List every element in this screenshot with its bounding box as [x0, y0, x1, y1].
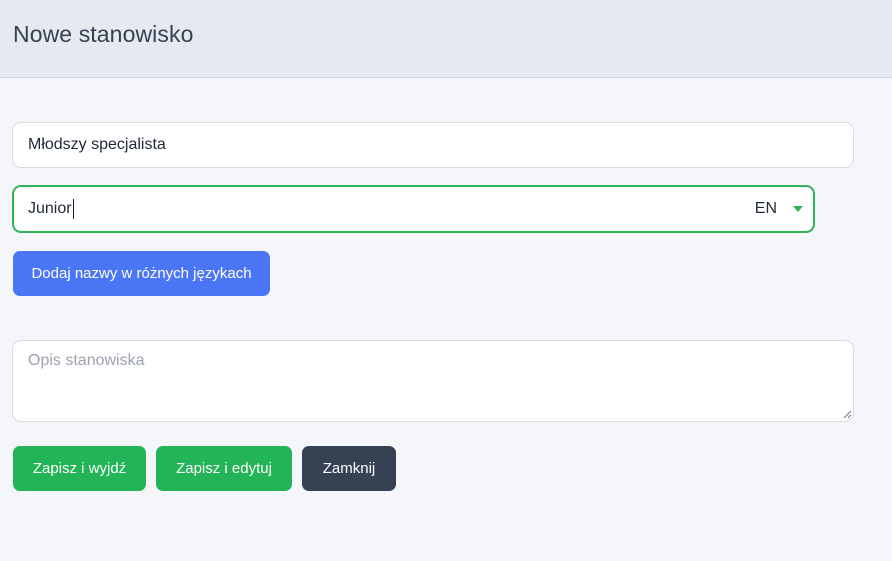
position-name-input[interactable]: [12, 122, 854, 168]
resize-handle-icon[interactable]: [843, 410, 852, 419]
chevron-down-icon: [793, 206, 803, 212]
translation-name-value: Junior: [28, 200, 72, 217]
add-names-in-languages-button[interactable]: Dodaj nazwy w różnych językach: [13, 251, 270, 296]
page-header: Nowe stanowisko: [0, 0, 892, 78]
text-caret: [72, 199, 74, 219]
close-button[interactable]: Zamknij: [302, 446, 396, 491]
language-select[interactable]: EN: [755, 187, 813, 231]
page-title: Nowe stanowisko: [13, 21, 194, 47]
position-description-textarea[interactable]: [12, 340, 854, 422]
language-code: EN: [754, 200, 777, 217]
translation-name-field[interactable]: Junior EN: [12, 185, 815, 233]
translation-name-input[interactable]: Junior: [28, 199, 755, 219]
save-and-edit-button[interactable]: Zapisz i edytuj: [156, 446, 292, 491]
save-and-exit-button[interactable]: Zapisz i wyjdź: [13, 446, 146, 491]
